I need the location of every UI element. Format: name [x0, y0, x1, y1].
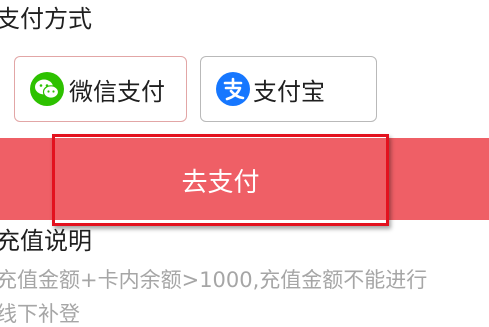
- alipay-option[interactable]: 支付宝: [200, 56, 377, 122]
- alipay-label: 支付宝: [253, 77, 325, 106]
- wechat-pay-option[interactable]: 微信支付: [14, 56, 187, 122]
- recharge-note-line: 线下补登: [0, 302, 80, 326]
- payment-page: 支付方式 微信支付 支付宝 去支付 充值说明 充值金额+卡内余额>1000,充值…: [0, 0, 489, 327]
- recharge-note-line: 充值金额+卡内余额>1000,充值金额不能进行: [0, 268, 428, 292]
- go-pay-button[interactable]: 去支付: [52, 134, 389, 226]
- recharge-notes-title: 充值说明: [0, 227, 92, 255]
- payment-method-title: 支付方式: [0, 5, 92, 33]
- wechat-pay-label: 微信支付: [69, 77, 165, 106]
- alipay-icon: [215, 71, 251, 107]
- go-pay-label: 去支付: [181, 167, 260, 198]
- wechat-icon: [29, 71, 65, 107]
